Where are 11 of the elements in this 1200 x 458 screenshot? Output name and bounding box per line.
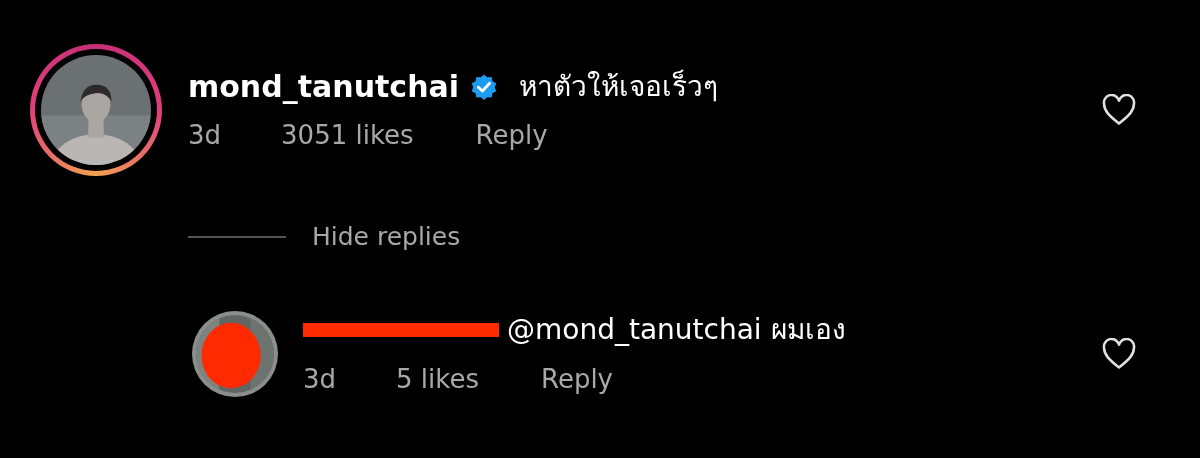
heart-icon[interactable] [1102, 94, 1136, 126]
reply-text: @mond_tanutchai ผมเอง [507, 316, 846, 344]
comment-time: 3d [303, 366, 337, 392]
username[interactable]: mond_tanutchai [188, 72, 459, 102]
reply-button[interactable]: Reply [541, 366, 613, 392]
reply-button[interactable]: Reply [475, 122, 548, 148]
like-count: 5 likes [396, 366, 479, 392]
like-count: 3051 likes [281, 122, 414, 148]
comment-time: 3d [188, 122, 222, 148]
hide-replies-button[interactable]: Hide replies [312, 224, 461, 249]
heart-icon[interactable] [1102, 338, 1136, 370]
